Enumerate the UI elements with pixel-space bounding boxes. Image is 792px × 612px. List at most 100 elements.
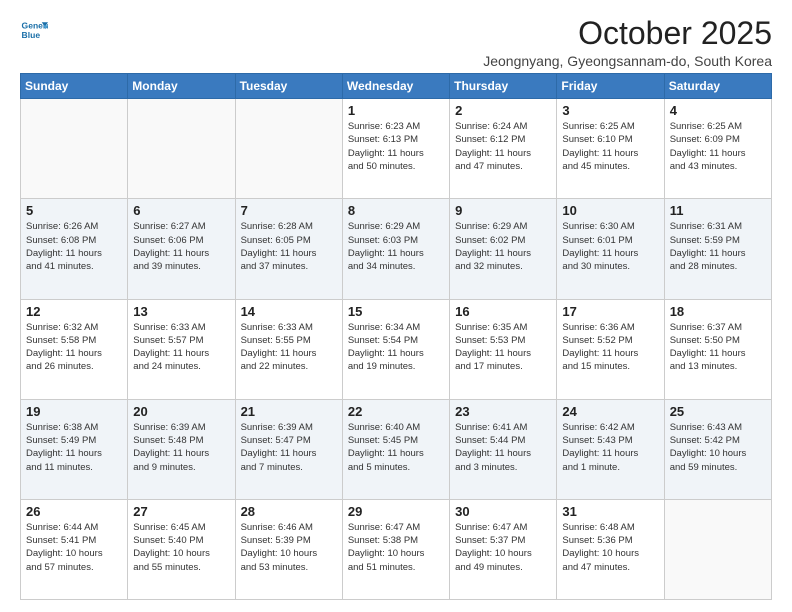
page: General Blue October 2025 Jeongnyang, Gy… (0, 0, 792, 612)
day-info: Sunrise: 6:46 AM Sunset: 5:39 PM Dayligh… (241, 521, 337, 574)
day-info: Sunrise: 6:27 AM Sunset: 6:06 PM Dayligh… (133, 220, 229, 273)
calendar-cell: 13Sunrise: 6:33 AM Sunset: 5:57 PM Dayli… (128, 299, 235, 399)
day-info: Sunrise: 6:32 AM Sunset: 5:58 PM Dayligh… (26, 321, 122, 374)
calendar-cell (21, 99, 128, 199)
day-info: Sunrise: 6:43 AM Sunset: 5:42 PM Dayligh… (670, 421, 766, 474)
calendar-cell (235, 99, 342, 199)
calendar-cell: 30 Sunrise: 6:47 AM Sunset: 5:37 PM Dayli… (450, 499, 557, 599)
day-info: Sunrise: 6:33 AM Sunset: 5:55 PM Dayligh… (241, 321, 337, 374)
day-info: Sunrise: 6:48 AM Sunset: 5:36 PM Dayligh… (562, 521, 658, 574)
week-row-3: 12 Sunrise: 6:32 AM Sunset: 5:58 PM Dayli… (21, 299, 772, 399)
day-number: 20 (133, 404, 229, 419)
day-info: Sunrise: 6:25 AM Sunset: 6:09 PM Dayligh… (670, 120, 766, 173)
day-info: Sunrise: 6:31 AM Sunset: 5:59 PM Dayligh… (670, 220, 766, 273)
day-info: Sunrise: 6:23 AM Sunset: 6:13 PM Dayligh… (348, 120, 444, 173)
day-number: 3 (562, 103, 658, 118)
calendar-cell: 29 Sunrise: 6:47 AM Sunset: 5:38 PM Dayli… (342, 499, 449, 599)
day-info: Sunrise: 6:38 AM Sunset: 5:49 PM Dayligh… (26, 421, 122, 474)
weekday-tuesday: Tuesday (235, 74, 342, 99)
calendar-cell: 18 Sunrise: 6:37 AM Sunset: 5:50 PM Dayli… (664, 299, 771, 399)
day-number: 11 (670, 203, 766, 218)
subtitle: Jeongnyang, Gyeongsannam-do, South Korea (483, 53, 772, 69)
day-number: 7 (241, 203, 337, 218)
day-info: Sunrise: 6:41 AM Sunset: 5:44 PM Dayligh… (455, 421, 551, 474)
day-number: 31 (562, 504, 658, 519)
day-info: Sunrise: 6:28 AM Sunset: 6:05 PM Dayligh… (241, 220, 337, 273)
logo: General Blue (20, 16, 48, 44)
calendar-cell: 3 Sunrise: 6:25 AM Sunset: 6:10 PM Daylig… (557, 99, 664, 199)
calendar-cell: 21 Sunrise: 6:39 AM Sunset: 5:47 PM Dayli… (235, 399, 342, 499)
weekday-saturday: Saturday (664, 74, 771, 99)
day-number: 30 (455, 504, 551, 519)
weekday-header-row: SundayMondayTuesdayWednesdayThursdayFrid… (21, 74, 772, 99)
day-info: Sunrise: 6:39 AM Sunset: 5:48 PM Dayligh… (133, 421, 229, 474)
calendar-cell: 10Sunrise: 6:30 AM Sunset: 6:01 PM Dayli… (557, 199, 664, 299)
day-number: 22 (348, 404, 444, 419)
day-info: Sunrise: 6:24 AM Sunset: 6:12 PM Dayligh… (455, 120, 551, 173)
day-number: 17 (562, 304, 658, 319)
calendar-cell: 25 Sunrise: 6:43 AM Sunset: 5:42 PM Dayli… (664, 399, 771, 499)
calendar-cell: 6 Sunrise: 6:27 AM Sunset: 6:06 PM Daylig… (128, 199, 235, 299)
weekday-friday: Friday (557, 74, 664, 99)
day-info: Sunrise: 6:45 AM Sunset: 5:40 PM Dayligh… (133, 521, 229, 574)
day-number: 24 (562, 404, 658, 419)
calendar-cell: 19Sunrise: 6:38 AM Sunset: 5:49 PM Dayli… (21, 399, 128, 499)
calendar-cell: 27 Sunrise: 6:45 AM Sunset: 5:40 PM Dayli… (128, 499, 235, 599)
day-info: Sunrise: 6:29 AM Sunset: 6:02 PM Dayligh… (455, 220, 551, 273)
day-info: Sunrise: 6:39 AM Sunset: 5:47 PM Dayligh… (241, 421, 337, 474)
weekday-thursday: Thursday (450, 74, 557, 99)
week-row-1: 1 Sunrise: 6:23 AM Sunset: 6:13 PM Daylig… (21, 99, 772, 199)
calendar-cell: 31 Sunrise: 6:48 AM Sunset: 5:36 PM Dayli… (557, 499, 664, 599)
calendar-cell: 11 Sunrise: 6:31 AM Sunset: 5:59 PM Dayli… (664, 199, 771, 299)
week-row-2: 5 Sunrise: 6:26 AM Sunset: 6:08 PM Daylig… (21, 199, 772, 299)
day-number: 18 (670, 304, 766, 319)
day-info: Sunrise: 6:42 AM Sunset: 5:43 PM Dayligh… (562, 421, 658, 474)
calendar-cell (128, 99, 235, 199)
day-number: 21 (241, 404, 337, 419)
day-number: 15 (348, 304, 444, 319)
day-info: Sunrise: 6:44 AM Sunset: 5:41 PM Dayligh… (26, 521, 122, 574)
day-number: 12 (26, 304, 122, 319)
day-number: 6 (133, 203, 229, 218)
svg-text:Blue: Blue (22, 30, 41, 40)
day-number: 16 (455, 304, 551, 319)
calendar-cell: 2 Sunrise: 6:24 AM Sunset: 6:12 PM Daylig… (450, 99, 557, 199)
calendar-cell: 23Sunrise: 6:41 AM Sunset: 5:44 PM Dayli… (450, 399, 557, 499)
calendar-cell: 15 Sunrise: 6:34 AM Sunset: 5:54 PM Dayli… (342, 299, 449, 399)
day-info: Sunrise: 6:25 AM Sunset: 6:10 PM Dayligh… (562, 120, 658, 173)
main-title: October 2025 (483, 16, 772, 51)
day-info: Sunrise: 6:40 AM Sunset: 5:45 PM Dayligh… (348, 421, 444, 474)
day-number: 29 (348, 504, 444, 519)
day-info: Sunrise: 6:37 AM Sunset: 5:50 PM Dayligh… (670, 321, 766, 374)
calendar-cell: 24 Sunrise: 6:42 AM Sunset: 5:43 PM Dayli… (557, 399, 664, 499)
day-info: Sunrise: 6:47 AM Sunset: 5:38 PM Dayligh… (348, 521, 444, 574)
day-info: Sunrise: 6:47 AM Sunset: 5:37 PM Dayligh… (455, 521, 551, 574)
day-number: 28 (241, 504, 337, 519)
day-number: 14 (241, 304, 337, 319)
header: General Blue October 2025 Jeongnyang, Gy… (20, 16, 772, 69)
calendar: SundayMondayTuesdayWednesdayThursdayFrid… (20, 73, 772, 600)
day-info: Sunrise: 6:34 AM Sunset: 5:54 PM Dayligh… (348, 321, 444, 374)
day-info: Sunrise: 6:33 AM Sunset: 5:57 PM Dayligh… (133, 321, 229, 374)
calendar-cell: 26Sunrise: 6:44 AM Sunset: 5:41 PM Dayli… (21, 499, 128, 599)
calendar-cell: 8Sunrise: 6:29 AM Sunset: 6:03 PM Daylig… (342, 199, 449, 299)
weekday-wednesday: Wednesday (342, 74, 449, 99)
day-number: 25 (670, 404, 766, 419)
calendar-cell: 28 Sunrise: 6:46 AM Sunset: 5:39 PM Dayli… (235, 499, 342, 599)
day-number: 8 (348, 203, 444, 218)
calendar-cell: 7 Sunrise: 6:28 AM Sunset: 6:05 PM Daylig… (235, 199, 342, 299)
calendar-cell: 14 Sunrise: 6:33 AM Sunset: 5:55 PM Dayli… (235, 299, 342, 399)
weekday-sunday: Sunday (21, 74, 128, 99)
calendar-cell: 5 Sunrise: 6:26 AM Sunset: 6:08 PM Daylig… (21, 199, 128, 299)
day-number: 5 (26, 203, 122, 218)
day-number: 27 (133, 504, 229, 519)
day-number: 4 (670, 103, 766, 118)
calendar-cell: 17Sunrise: 6:36 AM Sunset: 5:52 PM Dayli… (557, 299, 664, 399)
day-info: Sunrise: 6:26 AM Sunset: 6:08 PM Dayligh… (26, 220, 122, 273)
day-number: 2 (455, 103, 551, 118)
day-number: 1 (348, 103, 444, 118)
calendar-cell: 20 Sunrise: 6:39 AM Sunset: 5:48 PM Dayli… (128, 399, 235, 499)
logo-icon: General Blue (20, 16, 48, 44)
calendar-cell: 9Sunrise: 6:29 AM Sunset: 6:02 PM Daylig… (450, 199, 557, 299)
week-row-5: 26Sunrise: 6:44 AM Sunset: 5:41 PM Dayli… (21, 499, 772, 599)
